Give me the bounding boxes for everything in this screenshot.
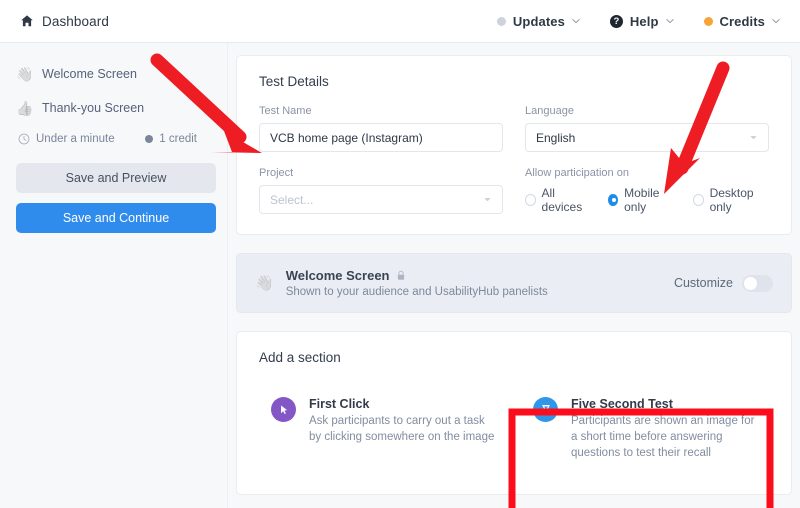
test-name-group: Test Name (259, 105, 503, 152)
test-details-row-1: Test Name Language English (259, 105, 769, 152)
welcome-screen-title: Welcome Screen (285, 268, 390, 283)
radio-mobile-only[interactable]: Mobile only (607, 185, 676, 214)
chevron-down-icon (750, 136, 757, 140)
sidebar-item-label: Welcome Screen (42, 67, 137, 81)
cursor-arrow-icon (271, 397, 296, 422)
section-option-description: Ask participants to carry out a task by … (309, 415, 495, 443)
participation-group: Allow participation on All devices Mobil… (525, 167, 769, 214)
updates-menu[interactable]: Updates (496, 13, 580, 29)
thumbs-up-icon: 👍 (16, 99, 34, 116)
sidebar-item-welcome-screen[interactable]: 👋 Welcome Screen (16, 61, 211, 87)
credits-count-label: 1 credit (159, 133, 197, 145)
sidebar: 👋 Welcome Screen 👍 Thank-you Screen Unde… (0, 43, 228, 508)
hourglass-icon (533, 397, 558, 422)
project-label: Project (259, 167, 294, 179)
lock-icon (397, 270, 404, 280)
section-option-text: Five Second Test Participants are shown … (571, 397, 759, 462)
chevron-down-icon (484, 198, 491, 202)
gray-dot-icon (496, 16, 506, 26)
home-icon (21, 15, 33, 27)
radio-label: All devices (541, 185, 583, 214)
test-details-row-2: Project Select... Allow participation on… (259, 167, 769, 214)
save-and-preview-button[interactable]: Save and Preview (16, 163, 216, 193)
header-actions: Updates ? Help Credits (496, 13, 781, 29)
radio-button-selected-icon[interactable] (607, 193, 619, 206)
top-header: Dashboard Updates ? Help Credits (0, 0, 800, 43)
test-meta: Under a minute 1 credit (16, 133, 211, 145)
question-mark-icon: ? (609, 14, 623, 28)
welcome-screen-title-row: Welcome Screen (286, 268, 548, 283)
waving-hand-icon: 👋 (255, 275, 274, 292)
updates-label: Updates (512, 13, 565, 29)
language-value: English (536, 130, 576, 145)
customize-control[interactable]: Customize (673, 274, 773, 292)
duration-label: Under a minute (36, 133, 115, 145)
save-and-continue-button[interactable]: Save and Continue (16, 203, 216, 233)
section-option-name: First Click (309, 397, 370, 411)
chevron-down-icon (665, 19, 674, 24)
dashboard-label: Dashboard (42, 13, 109, 29)
help-label: Help (629, 13, 659, 29)
sidebar-item-thank-you-screen[interactable]: 👍 Thank-you Screen (16, 95, 211, 121)
radio-desktop-only[interactable]: Desktop only (693, 186, 769, 214)
project-select[interactable]: Select... (259, 185, 503, 214)
project-placeholder: Select... (270, 192, 314, 207)
sidebar-item-label: Thank-you Screen (42, 101, 145, 115)
toggle-knob (744, 276, 757, 290)
credits-meta: 1 credit (145, 133, 197, 145)
section-option-description: Participants are shown an image for a sh… (571, 415, 755, 459)
main-content: Test Details Test Name Language English … (228, 43, 800, 508)
radio-label: Desktop only (709, 185, 754, 214)
chevron-down-icon (572, 19, 580, 24)
section-option-name: Five Second Test (571, 397, 673, 411)
test-name-input[interactable] (259, 123, 503, 152)
participation-radio-group: All devices Mobile only Desktop only (525, 185, 769, 214)
welcome-screen-subtitle: Shown to your audience and UsabilityHub … (285, 286, 548, 298)
participation-label: Allow participation on (525, 167, 629, 179)
section-option-text: First Click Ask participants to carry ou… (309, 397, 497, 462)
test-details-card: Test Details Test Name Language English … (236, 55, 792, 235)
radio-button-icon[interactable] (693, 193, 704, 206)
clock-icon (18, 133, 30, 145)
dashboard-breadcrumb[interactable]: Dashboard (20, 14, 109, 29)
credits-menu[interactable]: Credits (703, 13, 781, 29)
waving-hand-icon: 👋 (16, 65, 34, 82)
chevron-down-icon (772, 19, 780, 24)
help-menu[interactable]: ? Help (609, 13, 674, 29)
credits-label: Credits (719, 13, 765, 29)
radio-button-icon[interactable] (525, 193, 536, 206)
language-label: Language (525, 105, 574, 117)
section-options: First Click Ask participants to carry ou… (259, 387, 769, 472)
app-root: Dashboard Updates ? Help Credits 👋 Welco… (0, 0, 800, 508)
welcome-screen-section[interactable]: 👋 Welcome Screen Shown to your audience … (236, 253, 792, 313)
test-details-title: Test Details (259, 74, 329, 89)
add-a-section-card: Add a section First Click Ask participan… (236, 331, 792, 495)
credit-dot-icon (145, 135, 154, 143)
section-option-five-second-test[interactable]: Five Second Test Participants are shown … (521, 387, 769, 472)
test-name-label: Test Name (259, 105, 312, 117)
language-select[interactable]: English (525, 123, 769, 152)
project-group: Project Select... (259, 167, 503, 214)
orange-dot-icon (703, 16, 713, 26)
language-group: Language English (525, 105, 769, 152)
add-a-section-title: Add a section (259, 350, 341, 365)
duration-meta: Under a minute (18, 133, 115, 145)
welcome-screen-text: Welcome Screen Shown to your audience an… (286, 268, 548, 298)
customize-toggle[interactable] (742, 274, 773, 292)
section-option-first-click[interactable]: First Click Ask participants to carry ou… (259, 387, 507, 472)
customize-label: Customize (673, 276, 733, 290)
radio-label: Mobile only (624, 185, 660, 214)
radio-all-devices[interactable]: All devices (525, 186, 591, 214)
